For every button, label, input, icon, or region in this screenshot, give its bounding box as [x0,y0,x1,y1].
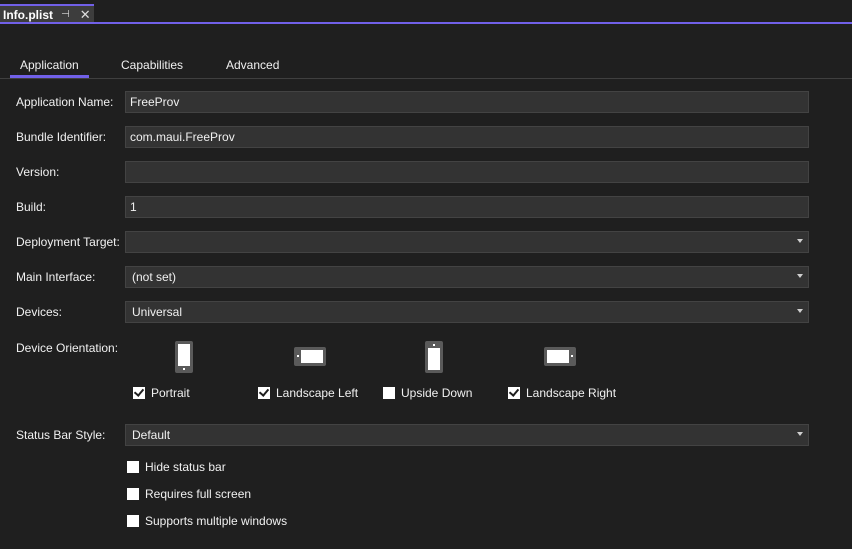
chevron-down-icon [797,432,803,436]
landscape-right-checkbox[interactable]: Landscape Right [508,386,616,400]
main-interface-value: (not set) [132,270,177,284]
portrait-checkbox[interactable]: Portrait [133,386,190,400]
pin-icon[interactable]: ⊣ [61,9,70,20]
checkbox-box[interactable] [508,387,520,399]
editor-tabs: Application Capabilities Advanced [0,56,852,79]
hide-status-bar-label: Hide status bar [145,460,226,474]
build-label: Build: [16,200,47,214]
build-input[interactable] [125,196,809,218]
portrait-phone-icon [175,341,193,373]
landscape-left-phone-icon [294,347,326,366]
deployment-target-label: Deployment Target: [16,235,120,249]
deployment-target-select[interactable] [125,231,809,253]
landscape-left-checkbox[interactable]: Landscape Left [258,386,358,400]
application-name-input[interactable] [125,91,809,113]
checkbox-box[interactable] [383,387,395,399]
landscape-right-phone-icon [544,347,576,366]
tab-accent-line [0,22,852,24]
devices-label: Devices: [16,305,63,319]
bundle-identifier-input[interactable] [125,126,809,148]
devices-select[interactable]: Universal [125,301,809,323]
supports-multiple-windows-label: Supports multiple windows [145,514,288,528]
bundle-identifier-label: Bundle Identifier: [16,130,107,144]
chevron-down-icon [797,309,803,313]
landscape-right-label: Landscape Right [526,386,617,400]
chevron-down-icon [797,274,803,278]
tab-capabilities[interactable]: Capabilities [121,58,183,72]
requires-full-screen-label: Requires full screen [145,487,252,501]
status-bar-style-select[interactable]: Default [125,424,809,446]
devices-value: Universal [132,305,183,319]
landscape-left-label: Landscape Left [276,386,359,400]
document-tab-title: Info.plist [3,7,53,22]
requires-full-screen-checkbox[interactable]: Requires full screen [127,487,251,501]
checkbox-box[interactable] [133,387,145,399]
hide-status-bar-checkbox[interactable]: Hide status bar [127,460,226,474]
tab-application[interactable]: Application [10,58,89,78]
portrait-label: Portrait [151,386,190,400]
upside-down-checkbox[interactable]: Upside Down [383,386,472,400]
supports-multiple-windows-checkbox[interactable]: Supports multiple windows [127,514,287,528]
checkbox-box[interactable] [127,461,139,473]
main-interface-label: Main Interface: [16,270,96,284]
checkbox-box[interactable] [127,488,139,500]
chevron-down-icon [797,239,803,243]
close-icon[interactable]: ✕ [80,7,91,23]
checkbox-box[interactable] [127,515,139,527]
upside-down-label: Upside Down [401,386,473,400]
document-tab-strip: Info.plist ⊣ ✕ [0,0,852,24]
checkbox-box[interactable] [258,387,270,399]
application-name-label: Application Name: [16,95,114,109]
device-orientation-label: Device Orientation: [16,341,119,355]
status-bar-style-value: Default [132,428,171,442]
status-bar-style-label: Status Bar Style: [16,428,106,442]
main-interface-select[interactable]: (not set) [125,266,809,288]
version-input[interactable] [125,161,809,183]
tab-advanced[interactable]: Advanced [226,58,279,72]
version-label: Version: [16,165,60,179]
upside-down-phone-icon [425,341,443,373]
document-tab-info-plist[interactable]: Info.plist ⊣ ✕ [0,4,94,23]
